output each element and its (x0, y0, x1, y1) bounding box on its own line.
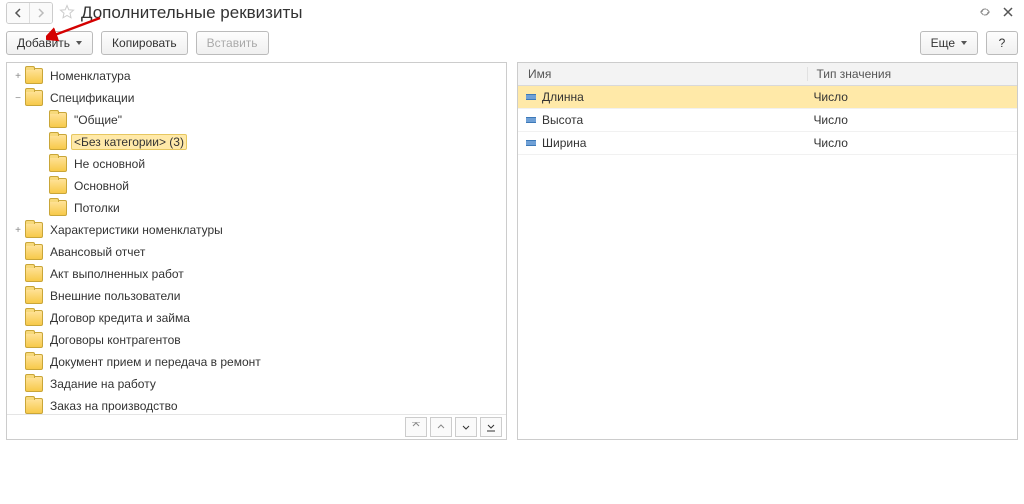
tree-row[interactable]: + Характеристики номенклатуры (7, 219, 506, 241)
folder-icon (25, 288, 43, 304)
tree-item-label: Задание на работу (47, 376, 159, 392)
add-button-label: Добавить (17, 36, 70, 50)
tree-item-label: Заказ на производство (47, 398, 181, 414)
tree-item-label: Авансовый отчет (47, 244, 148, 260)
tree-row[interactable]: − Спецификации (7, 87, 506, 109)
attributes-table-panel: Имя Тип значения ДлиннаЧислоВысотаЧислоШ… (517, 62, 1018, 440)
move-top-button[interactable] (405, 417, 427, 437)
attribute-name: Ширина (542, 136, 586, 150)
tree-item-label: Не основной (71, 156, 148, 172)
table-row[interactable]: Ширина Число (518, 132, 1017, 155)
more-button-label: Еще (931, 36, 955, 50)
expand-icon[interactable]: + (11, 225, 25, 236)
tree-row[interactable]: Договор кредита и займа (7, 307, 506, 329)
folder-icon (25, 222, 43, 238)
attribute-icon (526, 94, 536, 100)
more-button[interactable]: Еще (920, 31, 978, 55)
collapse-icon[interactable]: − (11, 93, 25, 104)
attribute-name: Длинна (542, 90, 584, 104)
paste-button: Вставить (196, 31, 269, 55)
folder-icon (25, 398, 43, 414)
tree-row[interactable]: + Номенклатура (7, 65, 506, 87)
folder-icon (25, 266, 43, 282)
tree-item-label: Потолки (71, 200, 123, 216)
move-bottom-button[interactable] (480, 417, 502, 437)
attribute-type: Число (805, 136, 1017, 150)
move-up-button[interactable] (430, 417, 452, 437)
categories-tree-panel: + Номенклатура − Спецификации "Общие" <Без ка… (6, 62, 507, 440)
tree-item-label: Внешние пользователи (47, 288, 183, 304)
attribute-name: Высота (542, 113, 583, 127)
folder-icon (25, 354, 43, 370)
tree-item-label: Документ прием и передача в ремонт (47, 354, 264, 370)
copy-button[interactable]: Копировать (101, 31, 188, 55)
chevron-down-icon (961, 41, 967, 45)
link-icon[interactable] (978, 5, 992, 22)
tree-item-label: Основной (71, 178, 132, 194)
column-header-type[interactable]: Тип значения (808, 67, 1017, 81)
expand-icon[interactable]: + (11, 71, 25, 82)
nav-back-button[interactable] (7, 3, 29, 23)
tree-item-label: Договоры контрагентов (47, 332, 184, 348)
tree-item-label: Спецификации (47, 90, 137, 106)
favorite-star-icon[interactable] (59, 4, 75, 23)
tree-row[interactable]: Потолки (7, 197, 506, 219)
page-title: Дополнительные реквизиты (81, 3, 302, 23)
folder-icon (25, 244, 43, 260)
tree-row[interactable]: Авансовый отчет (7, 241, 506, 263)
tree-row[interactable]: Акт выполненных работ (7, 263, 506, 285)
tree-row[interactable]: <Без категории> (3) (7, 131, 506, 153)
tree-item-label: <Без категории> (3) (71, 134, 187, 150)
attribute-type: Число (805, 90, 1017, 104)
tree-row[interactable]: Внешние пользователи (7, 285, 506, 307)
tree-item-label: Номенклатура (47, 68, 134, 84)
tree-item-label: "Общие" (71, 112, 125, 128)
folder-icon (49, 178, 67, 194)
column-header-name[interactable]: Имя (518, 67, 808, 81)
tree-row[interactable]: Заказ на производство (7, 395, 506, 414)
tree-row[interactable]: Не основной (7, 153, 506, 175)
folder-icon (49, 112, 67, 128)
attribute-type: Число (805, 113, 1017, 127)
table-row[interactable]: Длинна Число (518, 86, 1017, 109)
chevron-down-icon (76, 41, 82, 45)
close-button[interactable] (1002, 6, 1014, 21)
folder-icon (25, 376, 43, 392)
paste-button-label: Вставить (207, 36, 258, 50)
folder-icon (25, 310, 43, 326)
tree-row[interactable]: Договоры контрагентов (7, 329, 506, 351)
help-button-label: ? (999, 36, 1006, 50)
table-row[interactable]: Высота Число (518, 109, 1017, 132)
copy-button-label: Копировать (112, 36, 177, 50)
folder-icon (49, 156, 67, 172)
tree-row[interactable]: Основной (7, 175, 506, 197)
tree-row[interactable]: Задание на работу (7, 373, 506, 395)
help-button[interactable]: ? (986, 31, 1018, 55)
tree-item-label: Акт выполненных работ (47, 266, 187, 282)
attribute-icon (526, 117, 536, 123)
tree-row[interactable]: "Общие" (7, 109, 506, 131)
move-down-button[interactable] (455, 417, 477, 437)
folder-icon (25, 90, 43, 106)
nav-forward-button[interactable] (29, 3, 52, 23)
tree-row[interactable]: Документ прием и передача в ремонт (7, 351, 506, 373)
tree-item-label: Договор кредита и займа (47, 310, 193, 326)
folder-icon (25, 332, 43, 348)
folder-icon (25, 68, 43, 84)
attribute-icon (526, 140, 536, 146)
folder-icon (49, 134, 67, 150)
add-button[interactable]: Добавить (6, 31, 93, 55)
tree-item-label: Характеристики номенклатуры (47, 222, 226, 238)
folder-icon (49, 200, 67, 216)
